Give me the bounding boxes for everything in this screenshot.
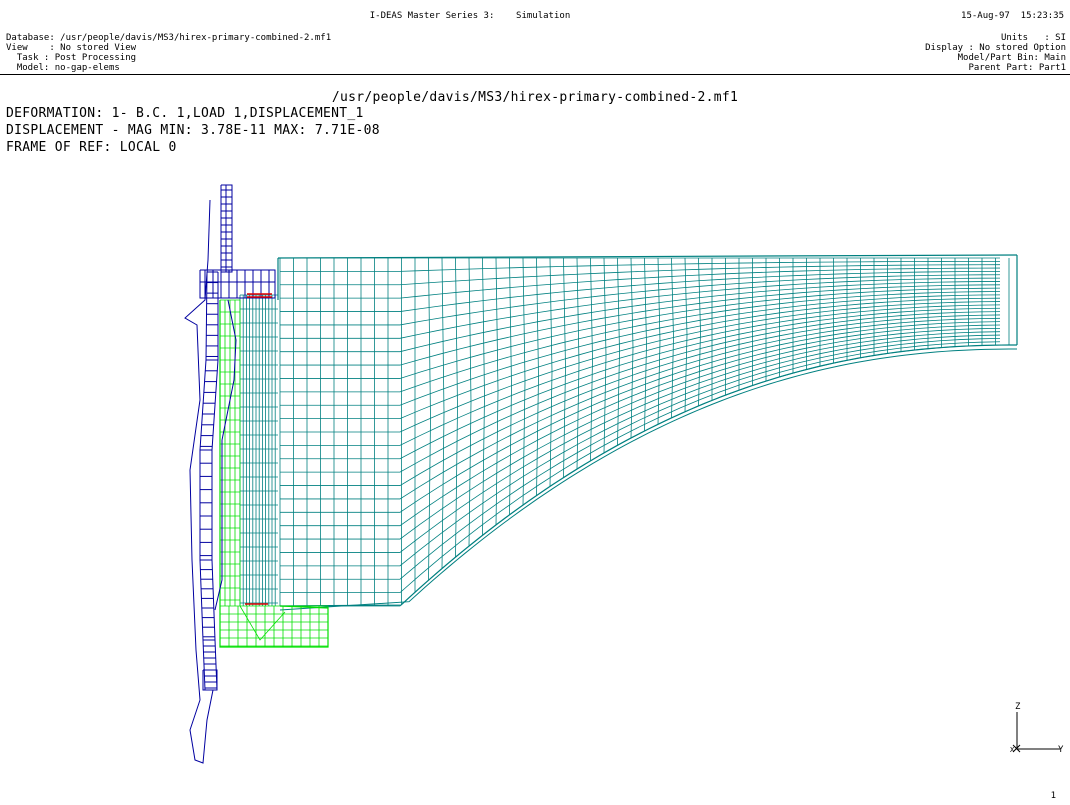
triad-y-label: Y xyxy=(1058,745,1064,755)
main-body-mesh xyxy=(239,254,1018,611)
triad-x-label: X xyxy=(1010,746,1015,754)
page-number: 1 xyxy=(1050,791,1056,801)
fea-graphics-viewport[interactable]: Z Y X xyxy=(0,0,1070,805)
coordinate-triad: Z Y X xyxy=(1010,702,1064,755)
triad-z-label: Z xyxy=(1015,702,1021,712)
